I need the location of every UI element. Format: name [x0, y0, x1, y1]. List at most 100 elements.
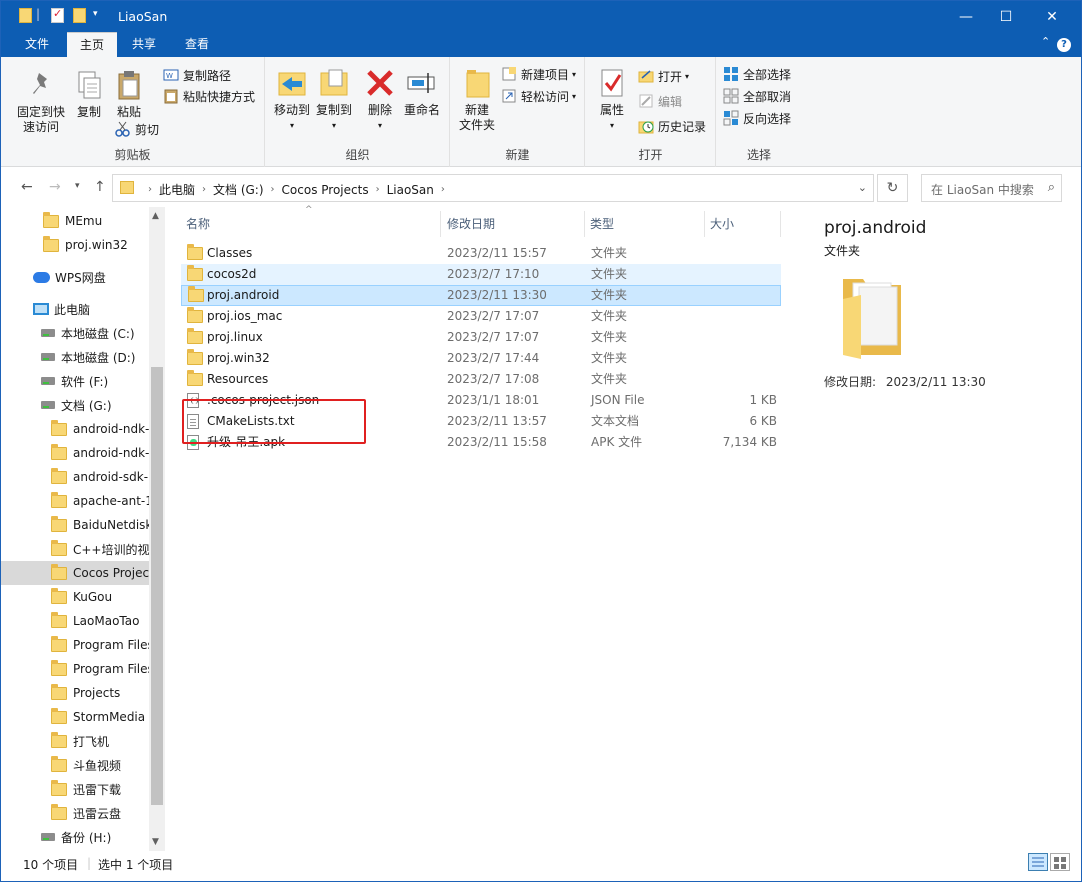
properties-icon[interactable]: ✓ — [51, 7, 64, 25]
table-row[interactable]: cocos2d 2023/2/7 17:10 文件夹 — [181, 264, 781, 285]
nav-item-drive-d[interactable]: 本地磁盘 (D:) — [1, 345, 149, 369]
file-type: JSON File — [591, 393, 645, 407]
nav-item-proj-win32[interactable]: proj.win32 — [1, 233, 149, 257]
properties-label: 属性 — [599, 103, 624, 117]
properties-button[interactable]: 属性 ▾ — [592, 67, 632, 133]
nav-item-drive-c[interactable]: 本地磁盘 (C:) — [1, 321, 149, 345]
tab-home[interactable]: 主页 — [67, 32, 117, 57]
table-row[interactable]: Classes 2023/2/11 15:57 文件夹 — [181, 243, 781, 264]
up-arrow-icon[interactable]: ↑ — [94, 179, 106, 195]
breadcrumb-drive-g[interactable]: 文档 (G:) — [213, 181, 264, 198]
nav-item-program-files-1[interactable]: Program Files — [1, 633, 149, 657]
nav-item-baidunetdisk[interactable]: BaiduNetdisk — [1, 513, 149, 537]
nav-item-wps-cloud[interactable]: WPS网盘 — [1, 265, 149, 289]
folder-icon — [51, 659, 67, 676]
select-all-button[interactable]: 全部选择 — [723, 64, 791, 84]
nav-item-stormmedia[interactable]: StormMedia — [1, 705, 149, 729]
file-type: 文件夹 — [591, 309, 628, 323]
nav-item-program-files-2[interactable]: Program Files — [1, 657, 149, 681]
nav-item-memu[interactable]: MEmu — [1, 209, 149, 233]
table-row[interactable]: proj.win32 2023/2/7 17:44 文件夹 — [181, 348, 781, 369]
column-divider[interactable] — [584, 211, 585, 237]
file-type: 文件夹 — [591, 267, 628, 281]
easy-access-button[interactable]: 轻松访问 ▾ — [501, 86, 576, 106]
forward-arrow-icon[interactable]: → — [49, 179, 61, 195]
copy-button[interactable]: 复制 — [71, 69, 107, 120]
open-button[interactable]: 打开 ▾ — [638, 66, 689, 86]
recent-locations-chevron-icon[interactable]: ▾ — [75, 181, 80, 191]
address-history-chevron-icon[interactable]: ⌄ — [858, 181, 867, 194]
nav-item-cpp-videos[interactable]: C++培训的视频 — [1, 537, 149, 561]
move-to-button[interactable]: 移动到 ▾ — [270, 67, 314, 133]
new-folder-icon[interactable] — [73, 8, 86, 25]
tab-file[interactable]: 文件 — [13, 32, 61, 57]
table-row[interactable]: proj.linux 2023/2/7 17:07 文件夹 — [181, 327, 781, 348]
breadcrumb-this-pc[interactable]: 此电脑 — [159, 181, 195, 198]
copy-path-button[interactable]: W 复制路径 — [163, 65, 231, 85]
column-header-date[interactable]: 修改日期 — [447, 213, 495, 235]
paste-shortcut-button[interactable]: 粘贴快捷方式 — [163, 86, 255, 106]
paste-button[interactable]: 粘贴 — [111, 69, 147, 120]
nav-item-this-pc[interactable]: 此电脑 — [1, 297, 149, 321]
scroll-down-arrow-icon[interactable]: ▼ — [152, 837, 159, 847]
edit-button[interactable]: 编辑 — [638, 91, 682, 111]
column-divider[interactable] — [440, 211, 441, 237]
file-type: 文件夹 — [591, 351, 628, 365]
search-input[interactable]: 在 LiaoSan 中搜索 ⌕ — [921, 174, 1062, 202]
pin-quick-access-button[interactable]: 固定到快 速访问 — [15, 69, 67, 135]
nav-item-douyu-video[interactable]: 斗鱼视频 — [1, 753, 149, 777]
back-arrow-icon[interactable]: ← — [21, 179, 33, 195]
copy-to-button[interactable]: 复制到 ▾ — [312, 67, 356, 133]
breadcrumb-liaosan[interactable]: LiaoSan — [387, 183, 434, 197]
search-icon[interactable]: ⌕ — [1048, 180, 1055, 195]
nav-item-drive-f[interactable]: 软件 (F:) — [1, 369, 149, 393]
nav-scrollbar[interactable]: ▲ ▼ — [149, 207, 165, 851]
column-header-type[interactable]: 类型 — [590, 213, 614, 235]
nav-item-android-ndk-2[interactable]: android-ndk- — [1, 441, 149, 465]
invert-selection-button[interactable]: 反向选择 — [723, 108, 791, 128]
nav-item-android-sdk[interactable]: android-sdk- — [1, 465, 149, 489]
nav-item-apache-ant[interactable]: apache-ant-1 — [1, 489, 149, 513]
new-folder-button[interactable]: 新建 文件夹 — [455, 67, 499, 133]
column-header-name[interactable]: 名称 — [186, 213, 210, 235]
large-icons-view-icon[interactable] — [1050, 853, 1070, 871]
close-icon[interactable]: ✕ — [1029, 1, 1075, 32]
new-item-button[interactable]: 新建项目 ▾ — [501, 64, 576, 84]
details-view-icon[interactable] — [1028, 853, 1048, 871]
select-none-button[interactable]: 全部取消 — [723, 86, 791, 106]
ribbon-collapse-icon[interactable]: ⌃ — [1041, 35, 1050, 48]
nav-item-drive-h[interactable]: 备份 (H:) — [1, 825, 149, 849]
table-row[interactable]: proj.android 2023/2/11 13:30 文件夹 — [181, 285, 781, 306]
nav-item-laomaotao[interactable]: LaoMaoTao — [1, 609, 149, 633]
nav-item-cocos-projects[interactable]: Cocos Project — [1, 561, 149, 585]
nav-item-projects[interactable]: Projects — [1, 681, 149, 705]
breadcrumb-cocos-projects[interactable]: Cocos Projects — [282, 183, 369, 197]
nav-item-kugou[interactable]: KuGou — [1, 585, 149, 609]
nav-item-android-ndk-1[interactable]: android-ndk- — [1, 417, 149, 441]
nav-item-xunlei-cloud[interactable]: 迅雷云盘 — [1, 801, 149, 825]
cut-button[interactable]: 剪切 — [115, 119, 159, 139]
customize-quick-access-icon[interactable]: ▾ — [93, 9, 98, 26]
refresh-icon[interactable]: ↻ — [877, 174, 908, 202]
address-bar[interactable]: › 此电脑 › 文档 (G:) › Cocos Projects › LiaoS… — [112, 174, 874, 202]
nav-item-xunlei-download[interactable]: 迅雷下载 — [1, 777, 149, 801]
tab-share[interactable]: 共享 — [120, 32, 168, 57]
table-row[interactable]: proj.ios_mac 2023/2/7 17:07 文件夹 — [181, 306, 781, 327]
column-header-size[interactable]: 大小 — [710, 213, 734, 235]
nav-scrollbar-thumb[interactable] — [151, 367, 163, 805]
column-divider[interactable] — [780, 211, 781, 237]
nav-item-label: android-sdk- — [73, 470, 149, 484]
history-button[interactable]: 历史记录 — [638, 116, 706, 136]
tab-view[interactable]: 查看 — [172, 32, 222, 57]
column-divider[interactable] — [704, 211, 705, 237]
delete-button[interactable]: 删除 ▾ — [362, 67, 398, 133]
maximize-icon[interactable]: ☐ — [983, 1, 1029, 32]
help-icon[interactable]: ? — [1057, 38, 1071, 52]
file-date: 2023/1/1 18:01 — [447, 393, 540, 407]
nav-item-label: Program Files — [73, 638, 149, 652]
table-row[interactable]: Resources 2023/2/7 17:08 文件夹 — [181, 369, 781, 390]
nav-item-drive-g[interactable]: 文档 (G:) — [1, 393, 149, 417]
scroll-up-arrow-icon[interactable]: ▲ — [152, 211, 159, 221]
rename-button[interactable]: 重命名 — [402, 67, 442, 118]
nav-item-dafeiji[interactable]: 打飞机 — [1, 729, 149, 753]
